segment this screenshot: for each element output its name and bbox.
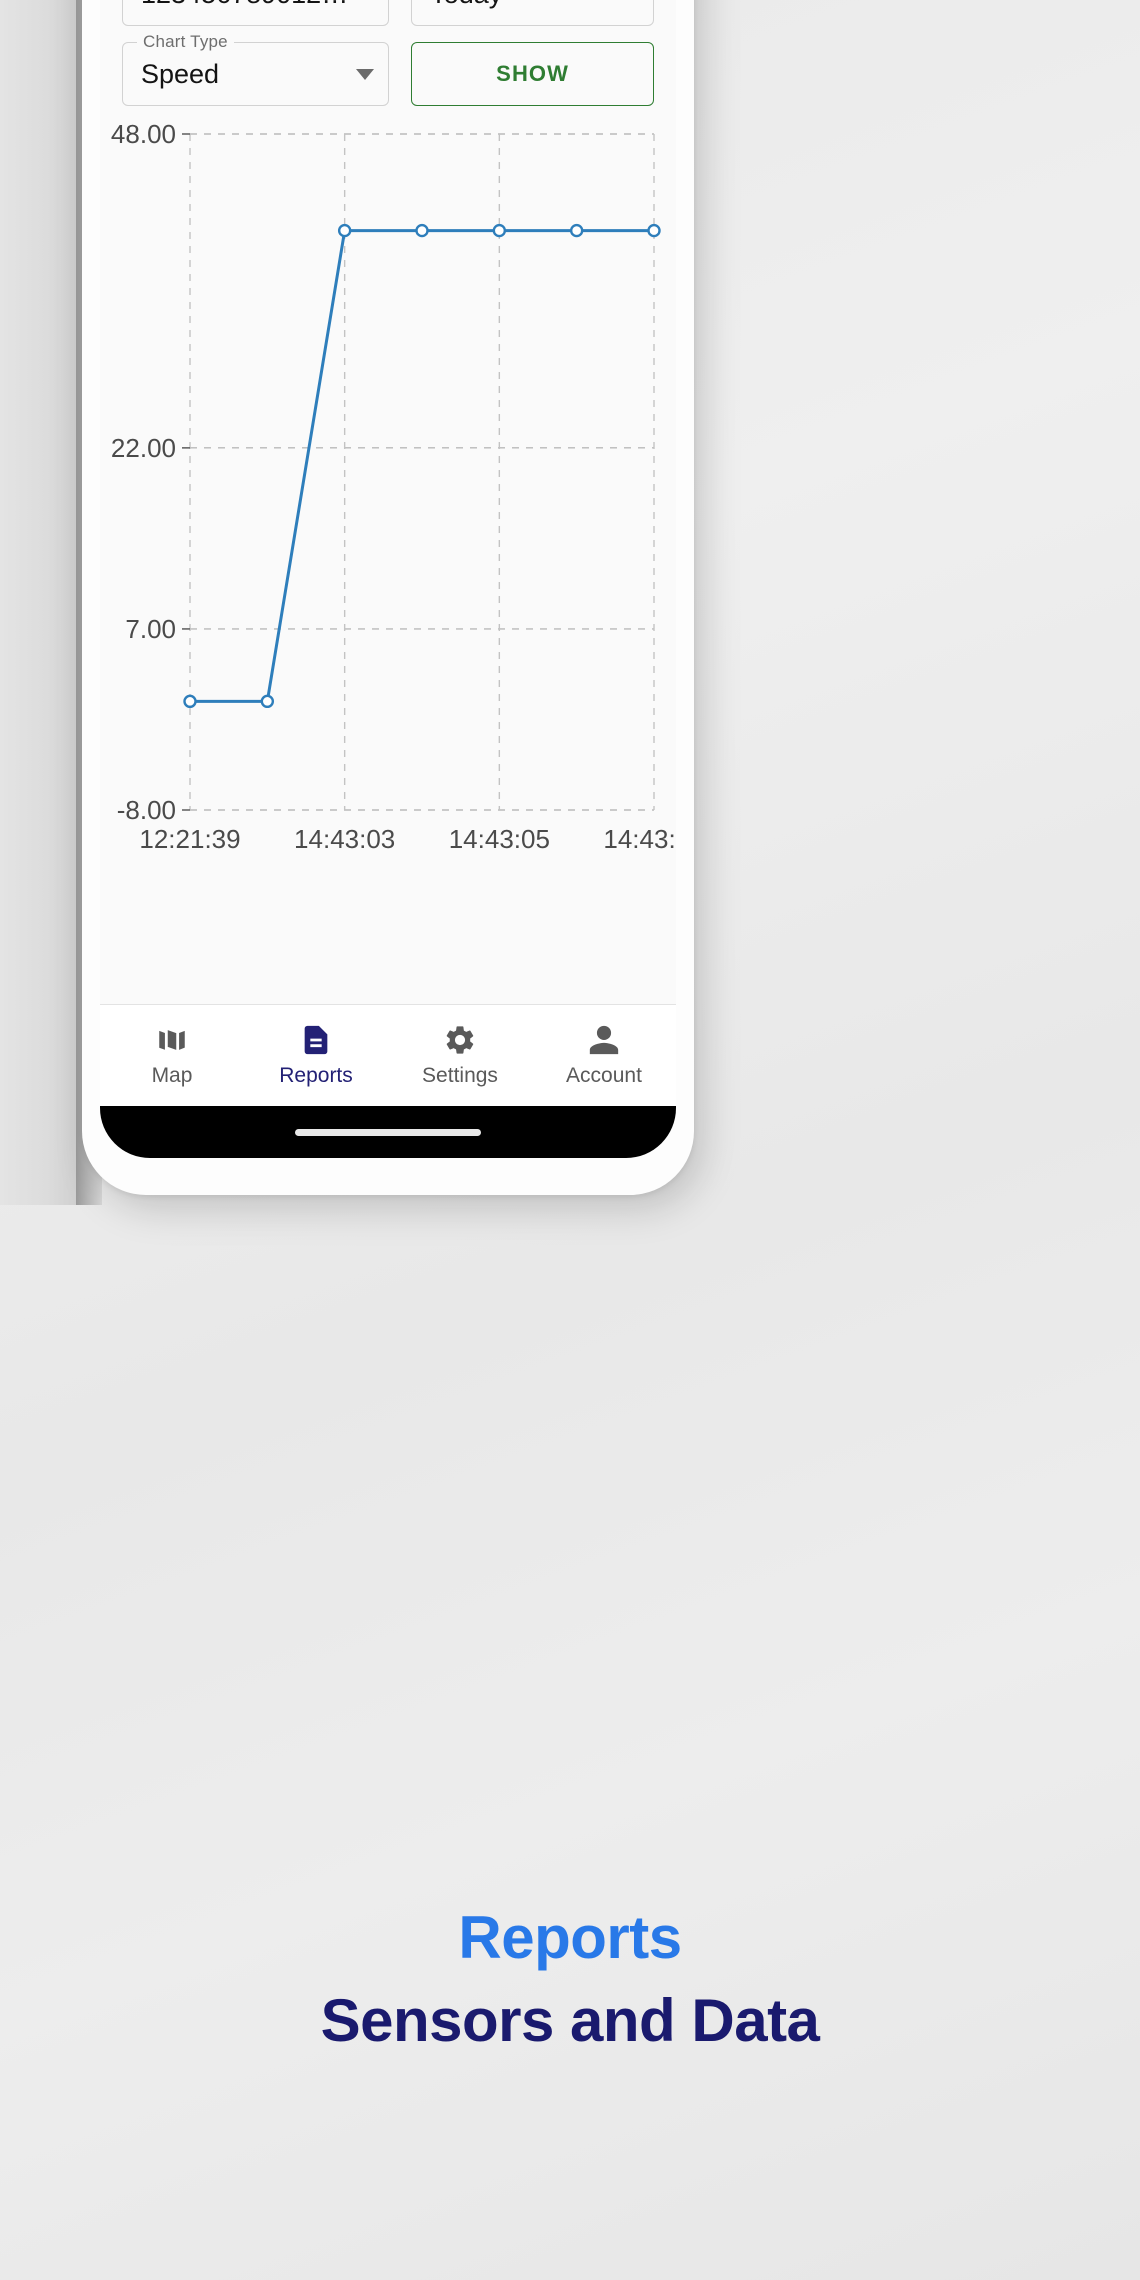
frame-left-backdrop bbox=[0, 0, 78, 1205]
nav-label-reports: Reports bbox=[279, 1064, 353, 1087]
home-bar-area bbox=[100, 1106, 676, 1158]
device-select-value: 123456789012… bbox=[141, 0, 348, 10]
show-button[interactable]: SHOW bbox=[411, 42, 654, 106]
device-select[interactable]: Device 123456789012… bbox=[122, 0, 390, 26]
report-filter-form: Device 123456789012… Period Today Chart … bbox=[100, 0, 676, 112]
app-content: Device 123456789012… Period Today Chart … bbox=[100, 0, 676, 1088]
chart-type-select-label: Chart Type bbox=[137, 32, 234, 52]
nav-item-reports[interactable]: Reports bbox=[244, 1005, 388, 1106]
chevron-down-icon bbox=[356, 68, 375, 80]
promo-subheadline: Sensors and Data bbox=[320, 1987, 820, 2054]
period-select[interactable]: Period Today bbox=[411, 0, 654, 26]
nav-item-map[interactable]: Map bbox=[100, 1005, 244, 1106]
person-icon bbox=[589, 1025, 619, 1055]
nav-item-account[interactable]: Account bbox=[532, 1005, 676, 1106]
svg-text:-8.00: -8.00 bbox=[117, 795, 176, 825]
nav-label-settings: Settings bbox=[422, 1064, 498, 1087]
svg-text:12:21:39: 12:21:39 bbox=[139, 824, 240, 854]
period-select-value: Today bbox=[430, 0, 613, 10]
chart-type-select-value: Speed bbox=[141, 58, 220, 89]
document-icon bbox=[304, 1025, 328, 1055]
svg-text:14:43:03: 14:43:03 bbox=[294, 824, 395, 854]
nav-item-settings[interactable]: Settings bbox=[388, 1005, 532, 1106]
nav-label-account: Account bbox=[566, 1064, 642, 1087]
promo-headline: Reports bbox=[458, 1904, 682, 1971]
speed-chart-svg: 48.00 22.00 7.00 -8.0012:21:39 14:43:03 14:43… bbox=[111, 119, 676, 854]
home-indicator[interactable] bbox=[295, 1128, 481, 1136]
gear-icon bbox=[446, 1026, 474, 1054]
phone-screen: Reports/Chart Device 123456789012… Perio… bbox=[100, 0, 676, 1158]
phone-mockup: Reports/Chart Device 123456789012… Perio… bbox=[82, 0, 694, 1195]
speed-chart[interactable]: 48.00 22.00 7.00 -8.00 12:21:39 14:43:03 14:43… bbox=[100, 112, 676, 902]
map-icon bbox=[159, 1030, 185, 1050]
svg-text:48.00: 48.00 bbox=[111, 119, 176, 149]
chart-type-select[interactable]: Chart Type Speed bbox=[122, 32, 390, 106]
svg-text:14:43:05: 14:43:05 bbox=[449, 824, 550, 854]
svg-text:7.00: 7.00 bbox=[125, 614, 176, 644]
bottom-navigation: Map Reports Settings Account bbox=[100, 1004, 676, 1106]
svg-text:14:43:07: 14:43:07 bbox=[603, 824, 676, 854]
promo-text: Reports Sensors and Data bbox=[0, 1900, 1140, 2058]
svg-text:22.00: 22.00 bbox=[111, 433, 176, 463]
nav-label-map: Map bbox=[151, 1064, 193, 1087]
